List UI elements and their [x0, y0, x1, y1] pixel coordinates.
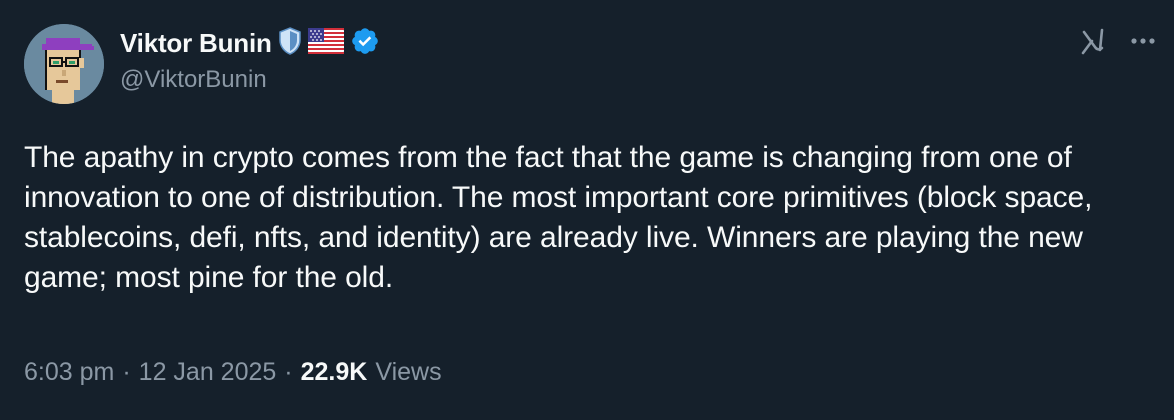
punk-avatar-image [24, 24, 104, 104]
tweet-date[interactable]: 12 Jan 2025 [139, 358, 277, 387]
views-label: Views [375, 358, 442, 386]
top-actions [1078, 26, 1156, 56]
verified-icon[interactable] [350, 26, 380, 61]
name-row: Viktor Bunin [120, 26, 380, 60]
user-handle[interactable]: @ViktorBunin [120, 66, 380, 94]
tweet-meta: 6:03 pm · 12 Jan 2025 · 22.9K Views [24, 358, 442, 387]
tweet-time[interactable]: 6:03 pm [24, 358, 114, 387]
meta-separator: · [122, 358, 131, 386]
views-count: 22.9K [300, 358, 368, 386]
more-options-icon[interactable] [1130, 37, 1156, 45]
display-name[interactable]: Viktor Bunin [120, 28, 272, 59]
meta-separator: · [284, 358, 293, 386]
tweet-header: Viktor Bunin @ViktorBunin [120, 26, 380, 94]
us-flag-icon [307, 27, 344, 59]
tweet-card: Viktor Bunin @ViktorBunin The apathy in … [0, 0, 1174, 420]
grok-icon[interactable] [1078, 26, 1108, 56]
shield-icon [278, 26, 302, 60]
avatar[interactable] [24, 24, 104, 104]
tweet-text: The apathy in crypto comes from the fact… [24, 141, 1093, 294]
